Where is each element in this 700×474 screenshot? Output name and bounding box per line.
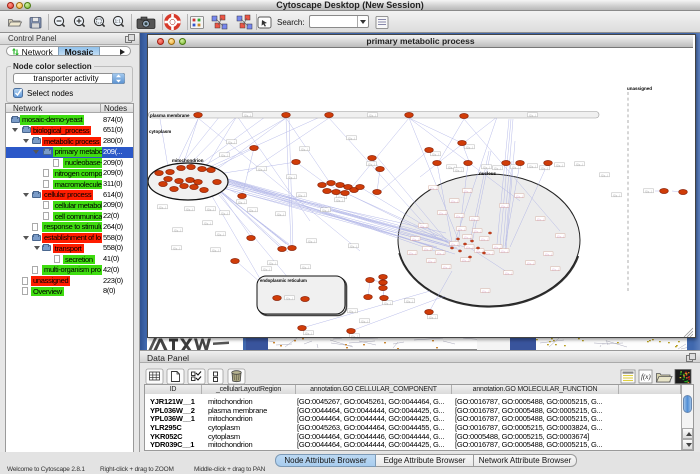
svg-text:[Go...]: [Go...] <box>512 165 519 169</box>
svg-text:[Go...]: [Go...] <box>159 205 166 209</box>
svg-text:[Go...]: [Go...] <box>288 175 295 179</box>
svg-text:[Go...]: [Go...] <box>420 224 427 228</box>
svg-text:plasma membrane: plasma membrane <box>150 113 190 118</box>
svg-text:[Go...]: [Go...] <box>217 232 224 236</box>
svg-text:[Go...]: [Go...] <box>545 252 552 256</box>
svg-text:[Go...]: [Go...] <box>298 193 305 197</box>
svg-text:[Go...]: [Go...] <box>576 162 583 166</box>
svg-text:[Go...]: [Go...] <box>466 145 473 149</box>
svg-text:[Go...]: [Go...] <box>301 147 308 151</box>
svg-text:[Go...]: [Go...] <box>174 228 181 232</box>
svg-text:[Go...]: [Go...] <box>482 289 489 293</box>
svg-text:[Go...]: [Go...] <box>471 217 478 221</box>
svg-text:[Go...]: [Go...] <box>361 319 368 323</box>
svg-text:[Go...]: [Go...] <box>348 136 355 140</box>
svg-text:[Go...]: [Go...] <box>258 167 265 171</box>
svg-text:[Go...]: [Go...] <box>336 198 343 202</box>
svg-text:[Go...]: [Go...] <box>228 140 235 144</box>
svg-text:[Go...]: [Go...] <box>204 221 211 225</box>
svg-text:[Go...]: [Go...] <box>613 193 620 197</box>
svg-text:nucleus: nucleus <box>479 171 497 176</box>
svg-text:[Go...]: [Go...] <box>412 237 419 241</box>
svg-text:[Go...]: [Go...] <box>369 113 376 117</box>
svg-text:[Go...]: [Go...] <box>277 212 284 216</box>
svg-text:[Go...]: [Go...] <box>351 334 358 337</box>
svg-text:[Go...]: [Go...] <box>263 267 270 271</box>
svg-text:[Go...]: [Go...] <box>302 265 309 269</box>
svg-text:[Go...]: [Go...] <box>486 251 493 255</box>
svg-text:[Go...]: [Go...] <box>462 258 469 262</box>
svg-text:[Go...]: [Go...] <box>432 152 439 156</box>
svg-text:[Go...]: [Go...] <box>305 331 312 335</box>
svg-text:[Go...]: [Go...] <box>537 217 544 221</box>
svg-text:[Go...]: [Go...] <box>430 186 437 190</box>
svg-text:1:1: 1:1 <box>115 19 122 24</box>
svg-text:[Go...]: [Go...] <box>186 207 193 211</box>
svg-text:[Go...]: [Go...] <box>212 248 219 252</box>
svg-text:[Go...]: [Go...] <box>501 204 508 208</box>
svg-text:cytoplasm: cytoplasm <box>149 129 171 134</box>
svg-text:[Go...]: [Go...] <box>384 301 391 305</box>
svg-text:[Go...]: [Go...] <box>439 211 446 215</box>
svg-text:[Go...]: [Go...] <box>221 211 228 215</box>
svg-text:[Go...]: [Go...] <box>368 162 375 166</box>
svg-text:[Go...]: [Go...] <box>173 246 180 250</box>
svg-text:[Go...]: [Go...] <box>481 237 488 241</box>
svg-text:[Go...]: [Go...] <box>429 315 436 319</box>
svg-text:[Go...]: [Go...] <box>406 299 413 303</box>
svg-text:[Go...]: [Go...] <box>494 166 501 170</box>
svg-text:[Go...]: [Go...] <box>238 200 245 204</box>
svg-text:[Go...]: [Go...] <box>552 267 559 271</box>
svg-text:[Go...]: [Go...] <box>428 259 435 263</box>
svg-text:[Go...]: [Go...] <box>409 251 416 255</box>
svg-text:[Go...]: [Go...] <box>556 163 563 167</box>
svg-text:[Go...]: [Go...] <box>322 208 329 212</box>
svg-text:[Go...]: [Go...] <box>474 229 481 233</box>
svg-text:[Go...]: [Go...] <box>464 235 471 239</box>
svg-text:[Go...]: [Go...] <box>443 265 450 269</box>
svg-text:[Go...]: [Go...] <box>349 309 356 313</box>
svg-text:[Go...]: [Go...] <box>456 214 463 218</box>
svg-text:[Go...]: [Go...] <box>505 271 512 275</box>
svg-text:[Go...]: [Go...] <box>483 165 490 169</box>
svg-text:mitochondrion: mitochondrion <box>172 158 204 163</box>
svg-text:[Go...]: [Go...] <box>308 239 315 243</box>
svg-text:[Go...]: [Go...] <box>466 245 473 249</box>
svg-text:[Go...]: [Go...] <box>527 261 534 265</box>
svg-text:endoplasmic reticulum: endoplasmic reticulum <box>260 278 307 283</box>
svg-text:[Go...]: [Go...] <box>645 189 652 193</box>
svg-text:[Go...]: [Go...] <box>350 244 357 248</box>
svg-text:[Go...]: [Go...] <box>464 189 471 193</box>
svg-text:[Go...]: [Go...] <box>207 207 214 211</box>
svg-text:[Go...]: [Go...] <box>269 261 276 265</box>
svg-text:[Go...]: [Go...] <box>455 168 462 172</box>
svg-text:[Go...]: [Go...] <box>424 247 431 251</box>
svg-text:[Go...]: [Go...] <box>541 166 548 170</box>
svg-text:unassigned: unassigned <box>627 86 652 91</box>
svg-text:[Go...]: [Go...] <box>501 249 508 253</box>
svg-text:[Go...]: [Go...] <box>286 296 293 300</box>
svg-text:[Go...]: [Go...] <box>249 208 256 212</box>
svg-text:[Go...]: [Go...] <box>557 234 564 238</box>
svg-text:[Go...]: [Go...] <box>221 153 228 157</box>
svg-text:[Go...]: [Go...] <box>244 113 251 117</box>
svg-text:f(x): f(x) <box>641 373 651 381</box>
svg-text:[Go...]: [Go...] <box>516 194 523 198</box>
svg-text:[Go...]: [Go...] <box>529 164 536 168</box>
svg-text:[Go...]: [Go...] <box>437 251 444 255</box>
svg-text:[Go...]: [Go...] <box>451 199 458 203</box>
svg-text:[Go...]: [Go...] <box>529 113 536 117</box>
svg-text:[Go...]: [Go...] <box>458 227 465 231</box>
svg-text:[Go...]: [Go...] <box>451 242 458 246</box>
svg-text:[Go...]: [Go...] <box>601 173 608 177</box>
